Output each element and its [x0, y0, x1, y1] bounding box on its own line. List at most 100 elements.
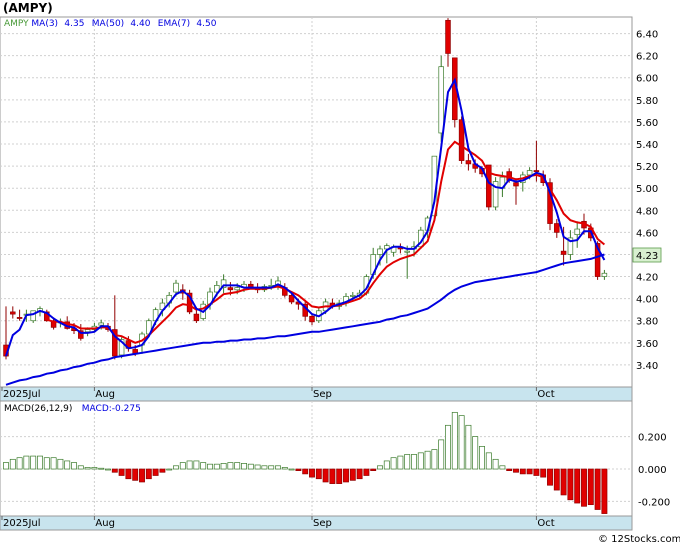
- macd-bar-negative: [309, 468, 315, 478]
- macd-bar-negative: [159, 468, 166, 473]
- macd-bar-positive: [445, 424, 451, 470]
- macd-bar-negative: [553, 468, 560, 491]
- candle-down: [458, 119, 465, 161]
- macd-bar-positive: [173, 465, 179, 470]
- macd-bar-negative: [540, 468, 547, 478]
- macd-bar-positive: [438, 439, 445, 470]
- price-y-tick: 5.60: [636, 118, 658, 129]
- legend-entry: MA(3): [31, 19, 58, 29]
- macd-bar-positive: [281, 467, 288, 470]
- price-y-tick: 5.00: [636, 184, 658, 195]
- macd-bar-negative: [370, 468, 377, 471]
- macd-bar-positive: [492, 458, 499, 470]
- month-label: 2025Jul: [3, 389, 41, 400]
- macd-bar-negative: [139, 468, 145, 483]
- candle-down: [554, 223, 560, 233]
- month-label: Sep: [313, 518, 332, 529]
- macd-bar-positive: [200, 462, 207, 470]
- price-y-tick: 5.20: [636, 162, 658, 173]
- price-y-tick: 3.40: [636, 361, 658, 372]
- macd-bar-positive: [411, 454, 417, 470]
- candle-up: [173, 282, 179, 293]
- price-y-tick: 6.40: [636, 30, 658, 41]
- macd-bar-negative: [506, 468, 513, 471]
- candle-down: [10, 311, 16, 315]
- month-label: Oct: [537, 518, 554, 529]
- macd-bar-positive: [84, 467, 91, 470]
- macd-bar-negative: [547, 468, 553, 486]
- candle-up: [98, 322, 104, 326]
- macd-bar-positive: [3, 462, 9, 470]
- macd-bar-positive: [220, 463, 227, 470]
- candle-down: [533, 170, 540, 172]
- macd-bar-positive: [458, 415, 465, 470]
- macd-bar-negative: [152, 468, 159, 476]
- candle-up: [350, 294, 356, 297]
- macd-y-tick: 0.000: [638, 465, 667, 476]
- macd-bar-positive: [207, 463, 213, 470]
- macd-bar-positive: [57, 458, 64, 470]
- macd-bar-positive: [227, 462, 234, 470]
- macd-bar-negative: [581, 468, 587, 507]
- price-y-tick: 4.20: [636, 273, 658, 284]
- macd-bar-positive: [383, 460, 390, 470]
- macd-bar-positive: [268, 465, 275, 470]
- month-label: Oct: [537, 389, 554, 400]
- macd-bar-negative: [329, 468, 336, 484]
- macd-bar-positive: [37, 455, 43, 470]
- macd-bar-negative: [513, 468, 519, 473]
- legend-entry: MA(50): [92, 19, 124, 29]
- macd-y-tick: -0.200: [638, 497, 670, 508]
- macd-bar-negative: [587, 468, 594, 506]
- legend-entry: 4.40: [130, 19, 150, 29]
- candle-down: [513, 182, 519, 187]
- candle-down: [309, 315, 315, 323]
- price-y-tick: 5.80: [636, 96, 658, 107]
- legend-entry: MACD:-0.275: [82, 404, 141, 414]
- macd-bar-negative: [567, 468, 574, 501]
- macd-bar-positive: [377, 465, 383, 470]
- macd-bar-positive: [179, 462, 186, 470]
- stock-chart: 3.40 3.60 3.80 4.00 4.20 4.40 4.60 4.80 5.00 5.20…: [0, 0, 680, 546]
- macd-bar-positive: [254, 464, 261, 470]
- macd-bar-positive: [186, 460, 193, 470]
- macd-bar-positive: [417, 452, 424, 470]
- month-label: Aug: [95, 518, 115, 529]
- macd-bar-positive: [247, 463, 254, 470]
- macd-bar-positive: [30, 455, 37, 470]
- price-y-tick: 4.60: [636, 228, 658, 239]
- macd-bar-negative: [111, 468, 118, 473]
- price-y-tick: 3.80: [636, 317, 658, 328]
- macd-bar-positive: [71, 462, 77, 470]
- price-y-tick: 5.40: [636, 140, 658, 151]
- macd-bar-positive: [64, 460, 71, 470]
- macd-bar-positive: [9, 458, 16, 470]
- price-legend: AMPY MA(3) 4.35 MA(50) 4.40 EMA(7) 4.50: [4, 19, 217, 29]
- macd-bar-negative: [145, 468, 152, 480]
- macd-bar-negative: [295, 468, 302, 471]
- candle-up: [438, 66, 444, 134]
- macd-bar-positive: [241, 463, 247, 470]
- macd-bar-positive: [16, 457, 23, 470]
- macd-bar-negative: [601, 468, 608, 514]
- macd-bar-positive: [234, 462, 241, 470]
- macd-bar-positive: [424, 450, 431, 470]
- last-price-box: 4.23: [632, 247, 662, 263]
- macd-bar-positive: [431, 449, 438, 470]
- macd-bar-positive: [43, 457, 50, 470]
- macd-bar-positive: [479, 446, 485, 470]
- macd-bar-negative: [315, 468, 322, 480]
- macd-bar-positive: [213, 463, 220, 470]
- macd-bar-positive: [275, 465, 281, 470]
- macd-bar-negative: [125, 468, 132, 480]
- candle-down: [465, 160, 472, 165]
- price-y-tick: 6.00: [636, 74, 658, 85]
- candle-up: [377, 248, 383, 255]
- macd-bar-positive: [98, 467, 105, 470]
- macd-bar-positive: [166, 468, 173, 471]
- candle-up: [234, 287, 240, 291]
- macd-bar-positive: [499, 465, 506, 470]
- month-label: Aug: [95, 389, 115, 400]
- macd-bar-positive: [91, 467, 98, 470]
- legend-entry: 4.50: [196, 19, 216, 29]
